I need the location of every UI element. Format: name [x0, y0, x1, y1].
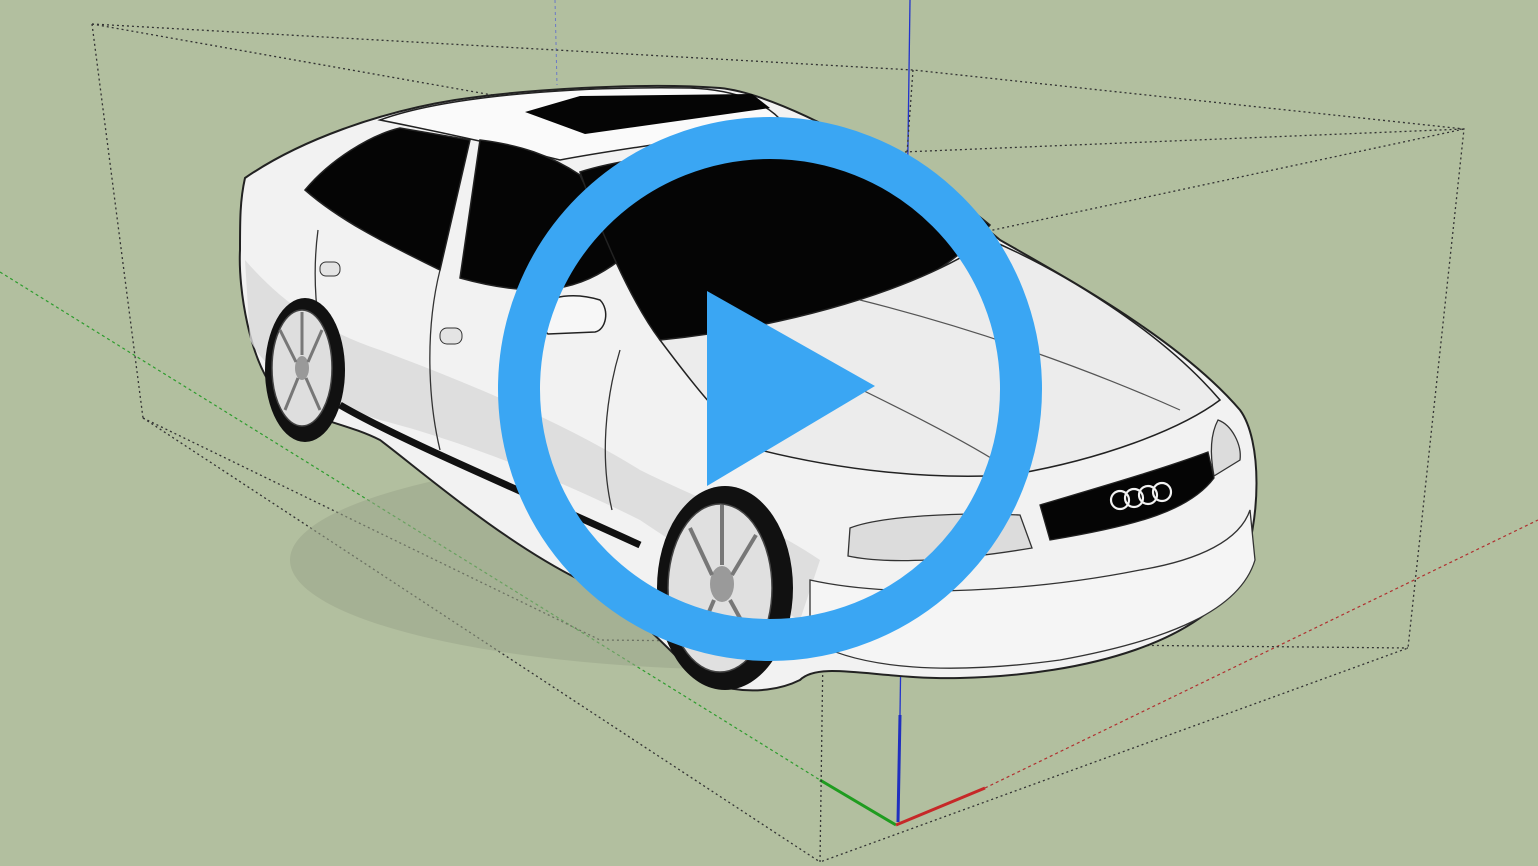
play-video-button[interactable]	[497, 116, 1043, 662]
blue-axis-top	[554, 0, 558, 86]
green-axis	[819, 778, 897, 827]
rear-wheel	[265, 298, 345, 442]
modeling-viewport[interactable]	[0, 0, 1538, 866]
play-icon	[498, 117, 1042, 661]
rear-door-handle	[319, 261, 341, 277]
blue-axis	[896, 714, 902, 823]
front-door-handle	[439, 327, 463, 345]
red-axis	[895, 786, 986, 827]
